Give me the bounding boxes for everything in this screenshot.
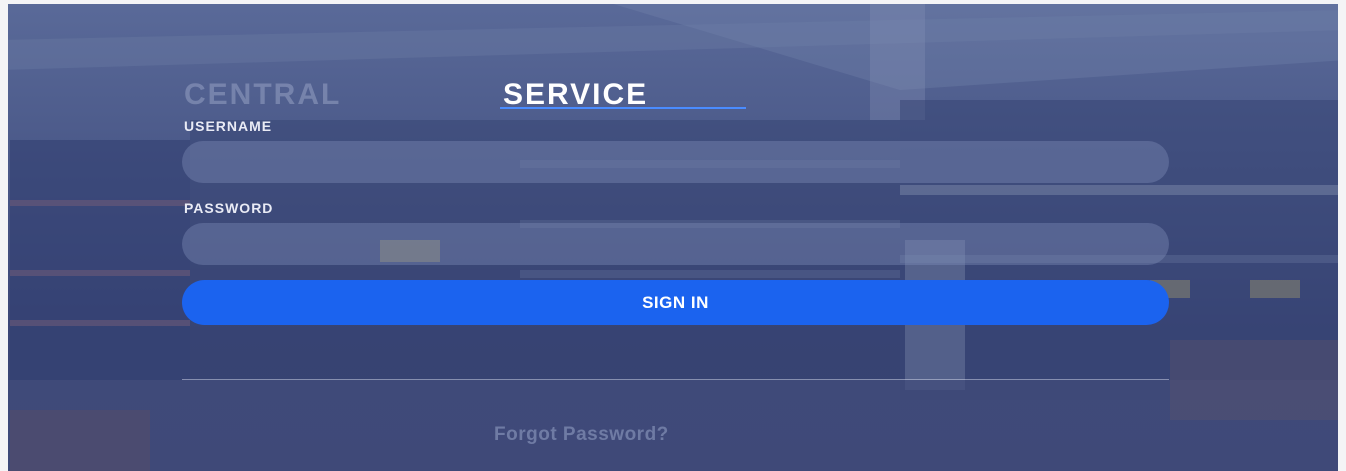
username-field[interactable] <box>182 141 1169 183</box>
active-tab-indicator <box>500 107 746 109</box>
username-label: USERNAME <box>184 118 273 134</box>
password-label: PASSWORD <box>184 200 274 216</box>
window-frame-left <box>0 0 8 471</box>
tab-central[interactable]: CENTRAL <box>184 78 341 112</box>
window-frame-right <box>1338 0 1346 471</box>
password-field[interactable] <box>182 223 1169 265</box>
forgot-password-link[interactable]: Forgot Password? <box>494 424 669 446</box>
login-screen: CENTRAL SERVICE USERNAME PASSWORD SIGN I… <box>0 0 1346 471</box>
sign-in-button[interactable]: SIGN IN <box>182 280 1169 325</box>
window-frame-top <box>0 0 1346 4</box>
divider <box>182 379 1169 380</box>
